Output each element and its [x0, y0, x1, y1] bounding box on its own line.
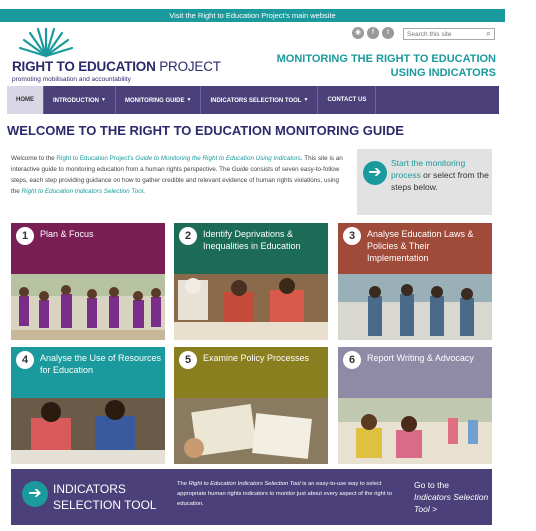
process-link[interactable]: process [391, 170, 421, 180]
indicators-tool-banner: ➔ INDICATORS SELECTION TOOL The Right to… [11, 469, 492, 525]
classroom-photo [174, 274, 328, 340]
site-logo[interactable]: RIGHT TO EDUCATION PROJECT promoting mob… [12, 28, 221, 84]
step-tile-4[interactable]: 4 Analyse the Use of Resources for Educa… [11, 347, 165, 464]
site-subtitle: MONITORING THE RIGHT TO EDUCATION USING … [276, 53, 496, 79]
children-walking-photo [11, 274, 165, 340]
step-number: 2 [179, 227, 197, 245]
twitter-icon[interactable]: t [382, 27, 394, 39]
caret-down-icon: ▼ [303, 97, 309, 103]
logo-title: RIGHT TO EDUCATION PROJECT [12, 59, 221, 74]
tool-link[interactable]: Right to Education Indicators Selection … [22, 188, 144, 195]
rss-icon[interactable]: ◉ [352, 27, 364, 39]
step-label: Examine Policy Processes [203, 353, 310, 363]
search-input[interactable] [403, 28, 495, 40]
caret-down-icon: ▼ [101, 97, 106, 103]
step-caption: 2 Identify Deprivations & Inequalities i… [174, 223, 328, 274]
step-tile-5[interactable]: 5 Examine Policy Processes [174, 347, 328, 464]
start-monitoring-box: ➔ Start the monitoring process or select… [357, 149, 492, 215]
main-website-link[interactable]: Visit the Right to Education Project's m… [169, 11, 335, 20]
step-number: 3 [343, 227, 361, 245]
arrow-right-icon[interactable]: ➔ [363, 161, 387, 185]
rtep-link[interactable]: Right to Education Project's [56, 155, 133, 162]
nav-home[interactable]: HOME [7, 86, 44, 114]
step-caption: 5 Examine Policy Processes [174, 347, 328, 398]
search-icon[interactable]: ⌕ [483, 29, 494, 39]
step-caption: 4 Analyse the Use of Resources for Educa… [11, 347, 165, 398]
facebook-icon[interactable]: f [367, 27, 379, 39]
caret-down-icon: ▼ [186, 97, 192, 103]
arrow-right-icon[interactable]: ➔ [22, 481, 48, 507]
nav-indicators-tool[interactable]: INDICATORS SELECTION TOOL ▼ [201, 86, 319, 114]
step-number: 5 [179, 351, 197, 369]
step-number: 1 [16, 227, 34, 245]
logo-tagline: promoting mobilisation and accountabilit… [12, 76, 131, 83]
open-book-icon [18, 28, 74, 58]
step-label: Identify Deprivations & Inequalities in … [203, 229, 301, 251]
step-number: 4 [16, 351, 34, 369]
step-tile-2[interactable]: 2 Identify Deprivations & Inequalities i… [174, 223, 328, 340]
step-label: Analyse Education Laws & Policies & Thei… [367, 229, 474, 263]
site-header: RIGHT TO EDUCATION PROJECT promoting mob… [0, 22, 505, 86]
step-number: 6 [343, 351, 361, 369]
start-monitoring-link[interactable]: Start the monitoring [391, 158, 465, 168]
nav-monitoring-guide[interactable]: MONITORING GUIDE ▼ [116, 86, 202, 114]
step-tile-3[interactable]: 3 Analyse Education Laws & Policies & Th… [338, 223, 492, 340]
intro-text: Welcome to the Right to Education Projec… [11, 155, 343, 195]
indicators-tool-description: The Right to Education Indicators Select… [177, 481, 392, 507]
nav-introduction[interactable]: INTRODUCTION ▼ [44, 86, 116, 114]
step-tile-1[interactable]: 1 Plan & Focus [11, 223, 165, 340]
step-label: Analyse the Use of Resources for Educati… [40, 353, 162, 375]
papers-photo [174, 398, 328, 464]
page-title: WELCOME TO THE RIGHT TO EDUCATION MONITO… [7, 123, 404, 138]
step-label: Report Writing & Advocacy [367, 353, 474, 363]
top-banner: Visit the Right to Education Project's m… [0, 9, 505, 22]
step-label: Plan & Focus [40, 229, 94, 239]
step-caption: 3 Analyse Education Laws & Policies & Th… [338, 223, 492, 274]
indicators-tool-title[interactable]: INDICATORS SELECTION TOOL [53, 481, 157, 513]
step-tile-6[interactable]: 6 Report Writing & Advocacy [338, 347, 492, 464]
children-playing-photo [338, 398, 492, 464]
child-writing-photo [11, 398, 165, 464]
main-nav: HOME INTRODUCTION ▼ MONITORING GUIDE ▼ IND… [7, 86, 499, 114]
step-caption: 1 Plan & Focus [11, 223, 165, 274]
guide-link[interactable]: Guide to Monitoring the Right to Educati… [135, 155, 301, 162]
nav-contact[interactable]: CONTACT US [318, 86, 377, 114]
go-to-tool-link[interactable]: Go to the Indicators Selection Tool > [414, 479, 490, 515]
social-links: ◉ f t [352, 27, 394, 39]
students-reading-photo [338, 274, 492, 340]
step-caption: 6 Report Writing & Advocacy [338, 347, 492, 398]
